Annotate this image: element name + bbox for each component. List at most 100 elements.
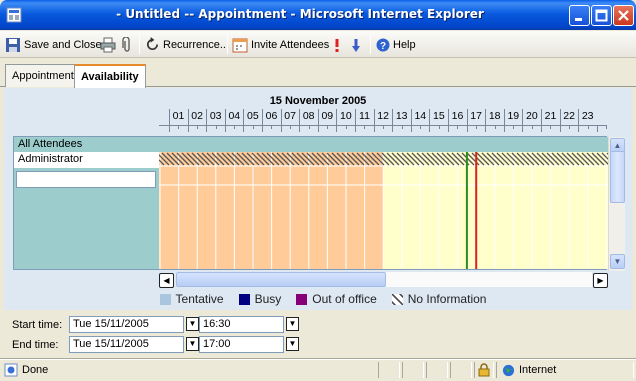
time-fields: Start time: Tue 15/11/2005 ▼ 16:30 ▼ End… bbox=[0, 311, 636, 359]
importance-low-button[interactable] bbox=[351, 35, 361, 54]
status-bar: Done Internet bbox=[0, 359, 636, 379]
invite-attendees-label: Invite Attendees bbox=[251, 38, 330, 51]
hour-label: 07 bbox=[280, 109, 299, 125]
attendee-name[interactable]: Administrator bbox=[14, 152, 159, 169]
invite-attendees-button[interactable]: Invite Attendees bbox=[232, 35, 329, 54]
hour-label: 16 bbox=[448, 109, 466, 125]
vertical-scroll-thumb[interactable] bbox=[610, 151, 625, 203]
hour-header: 01 02 03 04 05 06 07 08 09 10 11 12 13 14 15 16 17 18 19 20… bbox=[159, 109, 607, 125]
hour-label: 15 bbox=[429, 109, 447, 125]
hour-tick bbox=[448, 126, 449, 132]
end-date-field[interactable]: Tue 15/11/2005 bbox=[69, 336, 184, 353]
free-block bbox=[383, 152, 610, 269]
help-button[interactable]: ? Help bbox=[376, 35, 416, 54]
status-pane bbox=[474, 362, 494, 378]
hour-tick bbox=[224, 126, 226, 132]
hour-tick bbox=[187, 126, 189, 132]
hour-label: 05 bbox=[243, 109, 261, 125]
recurrence-button[interactable]: Recurrence... bbox=[145, 35, 229, 54]
recurrence-icon bbox=[147, 37, 159, 50]
globe-icon bbox=[502, 364, 515, 376]
svg-text:?: ? bbox=[380, 41, 386, 52]
hour-tick bbox=[541, 126, 542, 132]
vertical-scrollbar[interactable]: ▲ ▼ bbox=[608, 137, 625, 271]
hour-tick bbox=[429, 126, 431, 132]
zone-text: Internet bbox=[519, 364, 557, 376]
horizontal-scroll-thumb[interactable] bbox=[176, 272, 386, 287]
help-label: Help bbox=[393, 38, 416, 51]
status-done: Done bbox=[4, 363, 48, 377]
tab-strip: Appointment Availability bbox=[0, 59, 636, 88]
new-attendee-input[interactable] bbox=[16, 171, 156, 188]
end-time-dropdown[interactable]: ▼ bbox=[286, 337, 299, 351]
scheduler-grid: All Attendees Administrator ▲ ▼ bbox=[13, 136, 625, 271]
start-time-field[interactable]: 16:30 bbox=[199, 316, 284, 333]
hour-tick bbox=[234, 126, 236, 129]
hour-tick bbox=[587, 126, 589, 129]
hour-label: 19 bbox=[503, 109, 522, 125]
close-button[interactable] bbox=[613, 5, 634, 26]
start-time-label: Start time: bbox=[12, 319, 63, 331]
hour-label: 03 bbox=[206, 109, 224, 125]
hour-tick bbox=[457, 126, 459, 129]
hour-tick bbox=[289, 126, 291, 129]
scroll-down-button[interactable]: ▼ bbox=[610, 254, 625, 269]
tab-availability[interactable]: Availability bbox=[74, 64, 146, 88]
hour-tick bbox=[382, 126, 384, 129]
hour-label: 02 bbox=[187, 109, 206, 125]
hour-label: 12 bbox=[373, 109, 392, 125]
end-time-field[interactable]: 17:00 bbox=[199, 336, 284, 353]
title-bar: - Untitled -- Appointment - Microsoft In… bbox=[0, 0, 636, 30]
down-arrow-icon bbox=[352, 38, 360, 52]
toolbar-separator bbox=[139, 35, 140, 54]
legend-out-of-office-swatch bbox=[296, 293, 308, 305]
hour-tick bbox=[485, 126, 487, 132]
status-text: Done bbox=[22, 364, 49, 376]
tab-appointment[interactable]: Appointment bbox=[5, 64, 81, 87]
horizontal-scrollbar[interactable]: ◀ ▶ bbox=[159, 271, 609, 288]
hour-tick bbox=[215, 126, 217, 129]
scroll-right-button[interactable]: ▶ bbox=[593, 273, 608, 288]
hour-tick bbox=[438, 126, 440, 129]
hour-label: 08 bbox=[299, 109, 317, 125]
hour-label: 10 bbox=[336, 109, 354, 125]
printer-icon bbox=[100, 37, 116, 52]
help-icon: ? bbox=[376, 38, 390, 52]
hour-tick bbox=[327, 126, 329, 129]
hour-tick bbox=[169, 126, 170, 132]
ie-page-icon bbox=[4, 363, 18, 377]
hour-tick bbox=[606, 126, 608, 129]
hour-label: 22 bbox=[559, 109, 578, 125]
time-grid[interactable] bbox=[159, 152, 610, 269]
all-attendees-row: All Attendees bbox=[14, 137, 608, 152]
all-attendees-label: All Attendees bbox=[18, 138, 83, 150]
importance-high-button[interactable] bbox=[333, 35, 341, 54]
toolbar-separator bbox=[370, 35, 371, 54]
hour-tick bbox=[550, 126, 552, 129]
legend-tentative: Tentative bbox=[175, 292, 224, 306]
hour-label: 17 bbox=[466, 109, 485, 125]
status-pane bbox=[402, 362, 424, 378]
hour-tick bbox=[355, 126, 356, 132]
hour-tick bbox=[578, 126, 580, 132]
save-and-close-button[interactable]: Save and Close bbox=[5, 35, 102, 54]
start-date-field[interactable]: Tue 15/11/2005 bbox=[69, 316, 184, 333]
start-time-dropdown[interactable]: ▼ bbox=[286, 317, 299, 331]
hour-tick bbox=[271, 126, 273, 129]
hour-tick bbox=[280, 126, 282, 132]
scroll-left-button[interactable]: ◀ bbox=[159, 273, 174, 288]
minimize-button[interactable] bbox=[569, 5, 590, 26]
print-button[interactable] bbox=[100, 35, 116, 54]
toolbar-separator bbox=[227, 35, 228, 54]
maximize-button[interactable] bbox=[591, 5, 612, 26]
attach-button[interactable] bbox=[121, 35, 133, 54]
legend-busy: Busy bbox=[254, 292, 282, 306]
availability-panel: 15 November 2005 01 02 03 04 05 06 07 08 09 10 11 1… bbox=[4, 88, 632, 310]
hour-tick bbox=[262, 126, 263, 132]
end-date-dropdown[interactable]: ▼ bbox=[186, 337, 199, 351]
start-date-dropdown[interactable]: ▼ bbox=[186, 317, 199, 331]
hour-tick bbox=[531, 126, 533, 129]
hour-label: 09 bbox=[317, 109, 336, 125]
legend-no-information-swatch bbox=[391, 293, 403, 305]
legend-out-of-office: Out of office bbox=[312, 292, 377, 306]
